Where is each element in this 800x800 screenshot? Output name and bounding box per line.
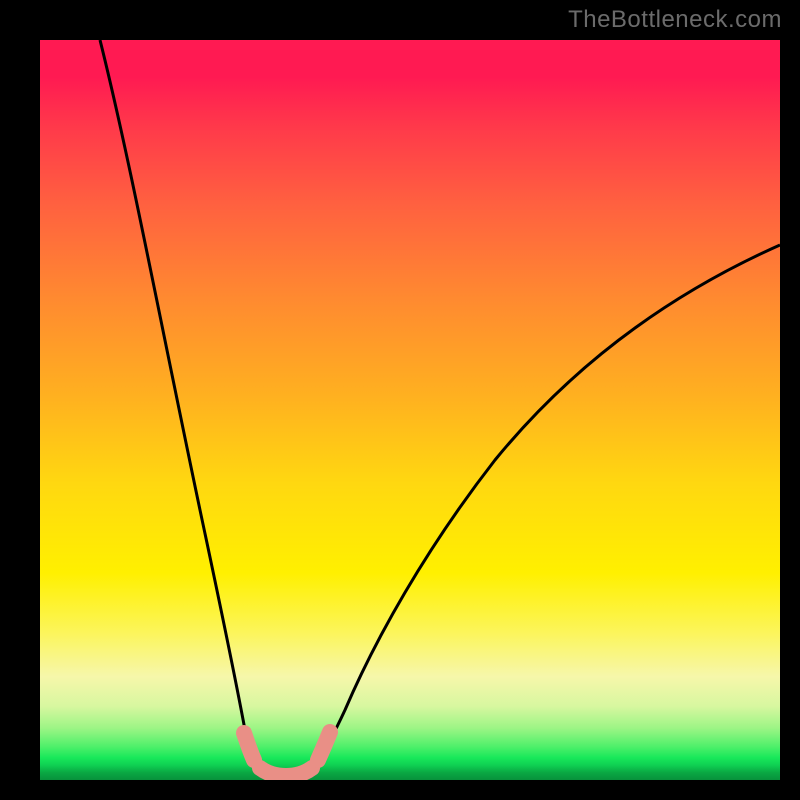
chart-frame: TheBottleneck.com — [0, 0, 800, 800]
marker-band-bottom — [260, 768, 312, 776]
marker-band-left — [244, 733, 254, 760]
marker-band-right — [318, 732, 330, 760]
plot-area — [40, 40, 780, 780]
attribution-label: TheBottleneck.com — [568, 6, 782, 34]
right-curve — [313, 245, 780, 768]
curve-overlay — [40, 40, 780, 780]
left-curve — [100, 40, 258, 768]
